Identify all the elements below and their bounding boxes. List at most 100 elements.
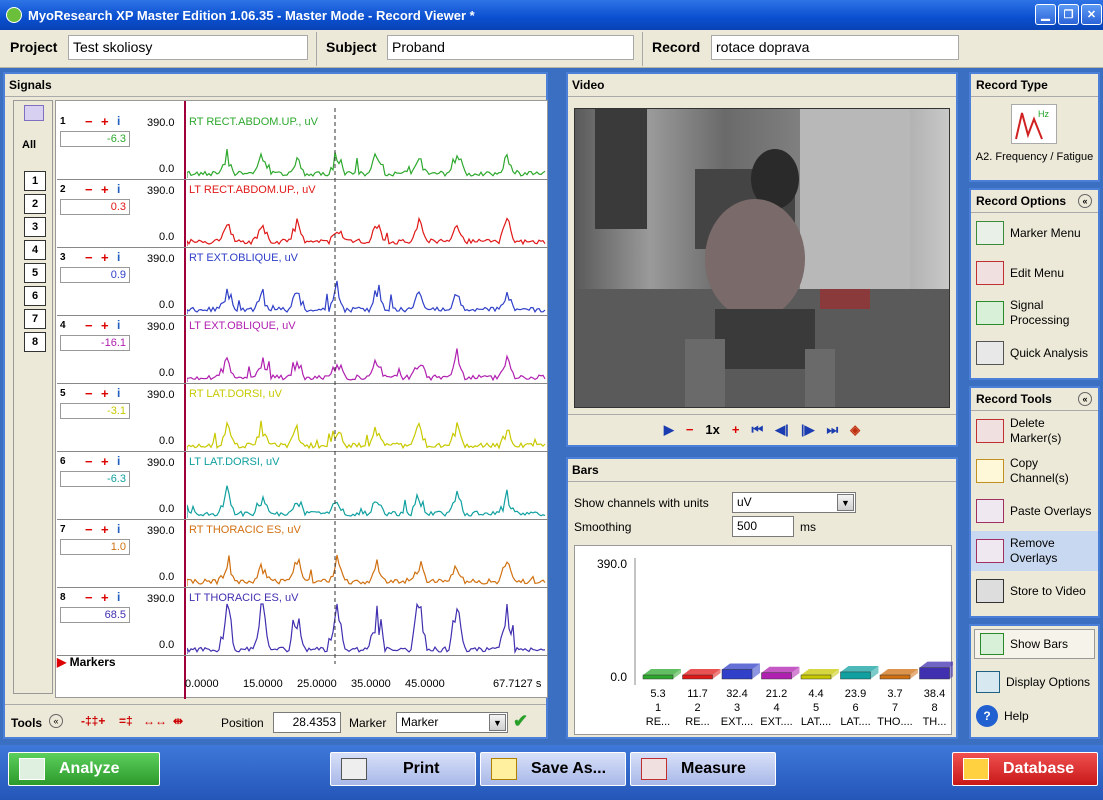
info-icon[interactable]: i <box>117 522 120 536</box>
edit-menu-button[interactable]: Edit Menu <box>971 253 1098 293</box>
record-field[interactable]: rotace doprava <box>711 35 959 60</box>
collapse-icon[interactable]: « <box>49 714 63 728</box>
scale-up-button[interactable]: + <box>101 318 109 333</box>
help-button[interactable]: ? Help <box>971 702 1098 730</box>
faster-button[interactable]: + <box>732 422 740 437</box>
smoothing-unit: ms <box>800 520 816 534</box>
fit-horizontal-icon[interactable]: ⇹ <box>173 714 183 728</box>
scale-down-button[interactable]: − <box>85 590 93 605</box>
collapse-icon[interactable]: « <box>1078 194 1092 208</box>
layers-icon[interactable] <box>24 105 44 121</box>
bar-value-label: 5.3 <box>650 688 665 700</box>
delete-markers-button[interactable]: Delete Marker(s) <box>971 411 1098 451</box>
channel-row[interactable]: 7 − + i 1.0 390.0 0.0 RT THORACIC ES, uV <box>57 522 548 588</box>
scale-up-button[interactable]: + <box>101 454 109 469</box>
info-icon[interactable]: i <box>117 182 120 196</box>
copy-channels-button[interactable]: Copy Channel(s) <box>971 451 1098 491</box>
chevron-down-icon[interactable]: ▼ <box>837 494 854 511</box>
show-bars-button[interactable]: Show Bars <box>974 629 1095 659</box>
info-icon[interactable]: i <box>117 590 120 604</box>
time-axis: 0.0000 15.0000 25.0000 35.0000 45.0000 6… <box>185 678 551 698</box>
scale-up-button[interactable]: + <box>101 522 109 537</box>
collapse-icon[interactable]: « <box>1078 392 1092 406</box>
play-icon[interactable]: ▶ <box>664 422 674 438</box>
channel-toggle-2[interactable]: 2 <box>24 194 46 214</box>
step-forward-icon[interactable]: |▶ <box>801 422 815 438</box>
signal-processing-button[interactable]: Signal Processing <box>971 293 1098 333</box>
scale-down-button[interactable]: − <box>85 250 93 265</box>
slower-button[interactable]: − <box>686 422 694 437</box>
units-select[interactable]: uV ▼ <box>732 492 856 513</box>
channel-toggle-7[interactable]: 7 <box>24 309 46 329</box>
info-icon[interactable]: i <box>117 250 120 264</box>
channel-toggle-3[interactable]: 3 <box>24 217 46 237</box>
scale-down-button[interactable]: − <box>85 318 93 333</box>
zoom-vertical-icon[interactable]: -‡‡+ <box>81 714 105 728</box>
marker-select[interactable]: Marker ▼ <box>396 712 508 733</box>
display-options-button[interactable]: Display Options <box>971 662 1098 702</box>
paste-overlays-button[interactable]: Paste Overlays <box>971 491 1098 531</box>
step-back-icon[interactable]: ◀| <box>775 422 789 438</box>
bar <box>642 674 674 680</box>
channel-toggle-4[interactable]: 4 <box>24 240 46 260</box>
confirm-check-icon[interactable]: ✔ <box>513 711 528 732</box>
info-icon[interactable]: i <box>117 386 120 400</box>
subject-field[interactable]: Proband <box>387 35 634 60</box>
channel-min-label: 0.0 <box>159 367 175 379</box>
smoothing-field[interactable]: 500 <box>732 516 794 537</box>
all-channels-button[interactable]: All <box>22 139 36 151</box>
store-to-video-button[interactable]: Store to Video <box>971 571 1098 611</box>
quick-analysis-button[interactable]: Quick Analysis <box>971 333 1098 373</box>
save-as-button[interactable]: Save As... <box>480 752 626 786</box>
channel-row[interactable]: 8 − + i 68.5 390.0 0.0 LT THORACIC ES, uV <box>57 590 548 656</box>
fit-icon[interactable]: =‡ <box>119 714 133 728</box>
scale-up-button[interactable]: + <box>101 386 109 401</box>
marker-menu-button[interactable]: Marker Menu <box>971 213 1098 253</box>
bar-number-label: 2 <box>694 702 700 714</box>
remove-overlays-button[interactable]: Remove Overlays <box>971 531 1098 571</box>
zoom-horizontal-icon[interactable]: ↔↔ <box>143 714 167 728</box>
channel-toggle-1[interactable]: 1 <box>24 171 46 191</box>
scale-up-button[interactable]: + <box>101 182 109 197</box>
video-frame[interactable] <box>574 108 950 408</box>
scale-down-button[interactable]: − <box>85 386 93 401</box>
channel-row[interactable]: 2 − + i 0.3 390.0 0.0 LT RECT.ABDOM.UP., uV <box>57 182 548 248</box>
channel-toggle-5[interactable]: 5 <box>24 263 46 283</box>
skip-end-icon[interactable]: ⏭ <box>826 422 838 438</box>
analyze-button[interactable]: Analyze <box>8 752 160 786</box>
channel-row[interactable]: 5 − + i -3.1 390.0 0.0 RT LAT.DORSI, uV <box>57 386 548 452</box>
info-icon[interactable]: i <box>117 454 120 468</box>
channel-row[interactable]: 3 − + i 0.9 390.0 0.0 RT EXT.OBLIQUE, uV <box>57 250 548 316</box>
scale-down-button[interactable]: − <box>85 182 93 197</box>
marker-label: Marker <box>349 716 387 730</box>
scale-down-button[interactable]: − <box>85 114 93 129</box>
scale-down-button[interactable]: − <box>85 454 93 469</box>
info-icon[interactable]: i <box>117 318 120 332</box>
restore-button[interactable]: ❐ <box>1058 4 1079 25</box>
channel-row[interactable]: 4 − + i -16.1 390.0 0.0 LT EXT.OBLIQUE, uV <box>57 318 548 384</box>
channel-row[interactable]: 1 − + i -6.3 390.0 0.0 RT RECT.ABDOM.UP., uV <box>57 114 548 180</box>
scale-up-button[interactable]: + <box>101 114 109 129</box>
markers-row[interactable]: ▶ Markers <box>57 655 116 669</box>
scale-up-button[interactable]: + <box>101 590 109 605</box>
print-button[interactable]: Print <box>330 752 476 786</box>
channel-value: -6.3 <box>60 471 130 487</box>
scale-up-button[interactable]: + <box>101 250 109 265</box>
project-field[interactable]: Test skoliosy <box>68 35 308 60</box>
channel-min-label: 0.0 <box>159 571 175 583</box>
chevron-down-icon[interactable]: ▼ <box>489 714 506 731</box>
channel-row[interactable]: 6 − + i -6.3 390.0 0.0 LT LAT.DORSI, uV <box>57 454 548 520</box>
measure-button[interactable]: Measure <box>630 752 776 786</box>
minimize-button[interactable]: ▁ <box>1035 4 1056 25</box>
video-export-icon[interactable]: ◈ <box>850 422 860 438</box>
frequency-fatigue-icon[interactable]: Hz <box>1011 104 1057 144</box>
channel-toggle-8[interactable]: 8 <box>24 332 46 352</box>
skip-start-icon[interactable]: ⏮ <box>751 422 763 438</box>
info-icon[interactable]: i <box>117 114 120 128</box>
database-button[interactable]: Database <box>952 752 1098 786</box>
close-button[interactable]: ✕ <box>1081 4 1102 25</box>
project-label: Project <box>10 39 58 55</box>
position-field[interactable]: 28.4353 <box>273 712 341 733</box>
channel-toggle-6[interactable]: 6 <box>24 286 46 306</box>
scale-down-button[interactable]: − <box>85 522 93 537</box>
